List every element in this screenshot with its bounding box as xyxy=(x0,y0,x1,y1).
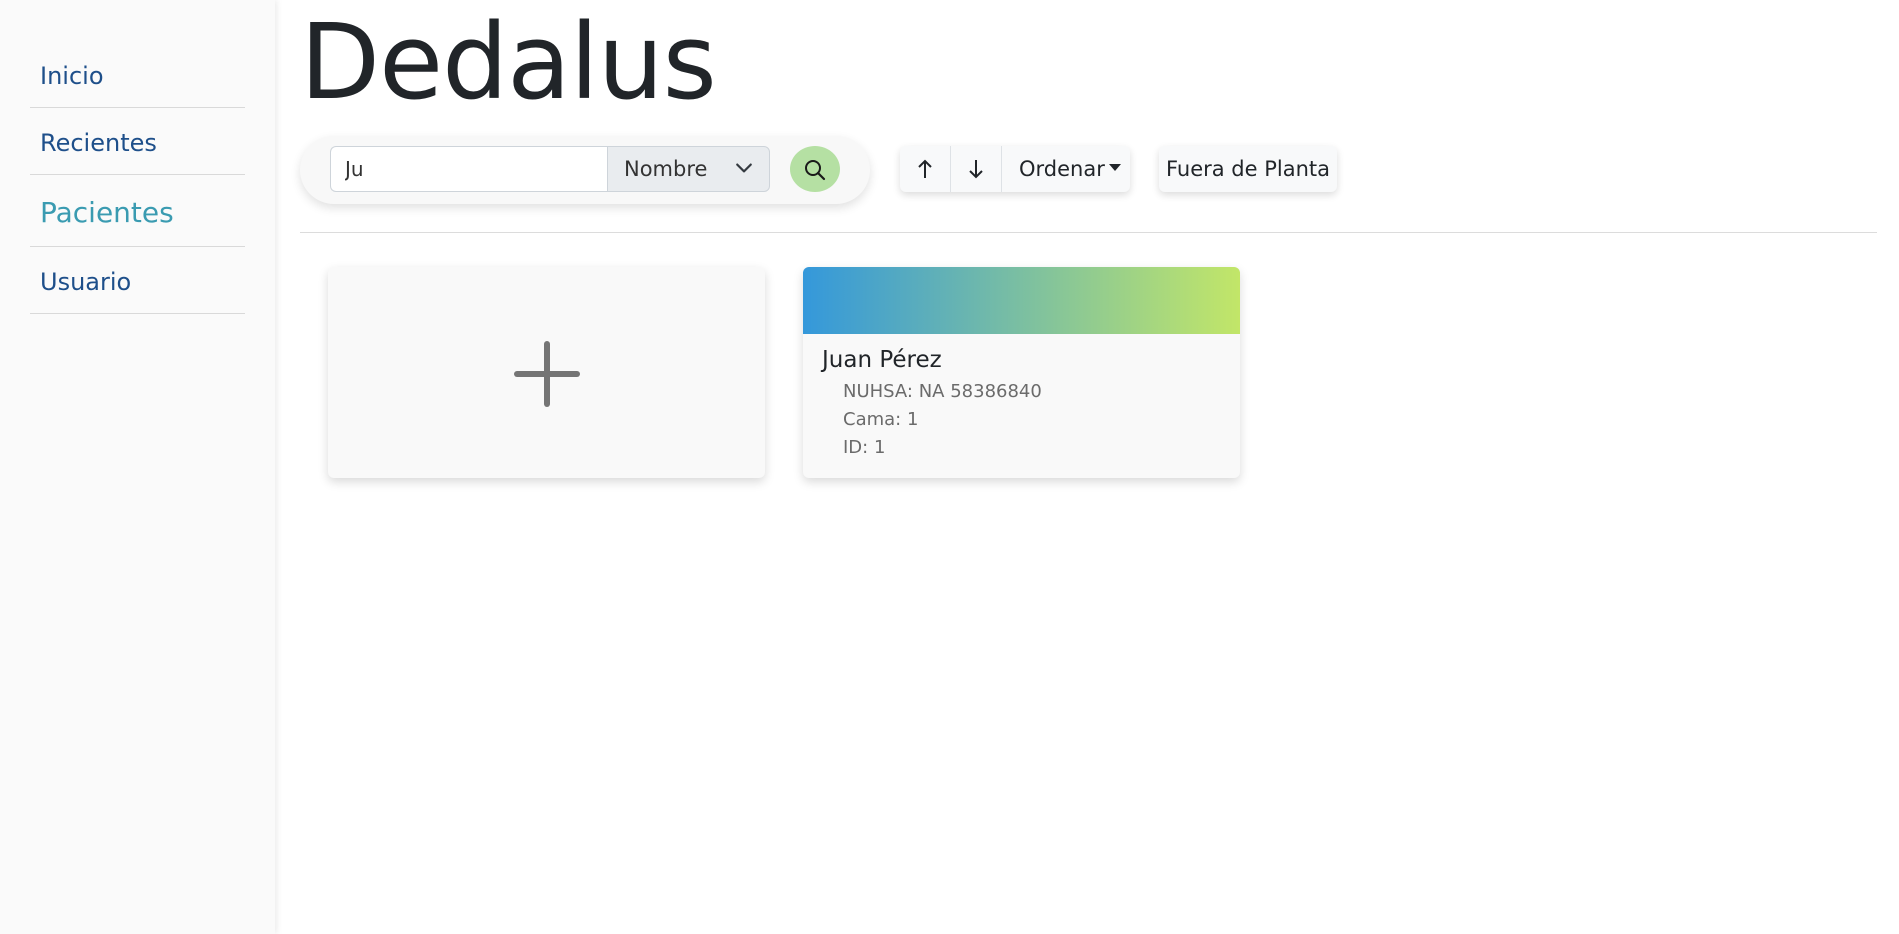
search-input[interactable] xyxy=(330,146,607,192)
card-banner xyxy=(803,267,1240,334)
sidebar-item-recientes[interactable]: Recientes xyxy=(30,129,245,175)
search-button[interactable] xyxy=(790,146,840,192)
patient-nuhsa: NUHSA: NA 58386840 xyxy=(843,381,1042,402)
patient-name: Juan Pérez xyxy=(822,347,942,373)
order-label: Ordenar xyxy=(1019,157,1105,181)
plus-icon xyxy=(514,341,580,407)
order-dropdown-button[interactable]: Ordenar xyxy=(1002,146,1130,192)
divider xyxy=(300,232,1877,233)
page-title: Dedalus xyxy=(300,1,717,123)
arrow-down-icon xyxy=(969,160,983,179)
search-bar: Nombre xyxy=(300,136,870,204)
sidebar-item-label: Pacientes xyxy=(40,196,174,229)
sidebar-item-label: Inicio xyxy=(40,62,104,90)
search-field-selected: Nombre xyxy=(624,157,708,181)
search-icon xyxy=(805,160,826,181)
chevron-down-icon xyxy=(736,163,752,173)
search-field-select[interactable]: Nombre xyxy=(607,146,770,192)
sidebar-item-usuario[interactable]: Usuario xyxy=(30,268,245,314)
outside-ward-button[interactable]: Fuera de Planta xyxy=(1159,146,1337,192)
sort-descending-button[interactable] xyxy=(951,146,1002,192)
patient-bed: Cama: 1 xyxy=(843,409,919,430)
sort-controls: Ordenar xyxy=(900,146,1130,192)
sidebar-item-label: Recientes xyxy=(40,129,157,157)
sort-ascending-button[interactable] xyxy=(900,146,951,192)
caret-down-icon xyxy=(1108,163,1121,171)
sidebar-item-label: Usuario xyxy=(40,268,132,296)
patient-card[interactable]: Juan Pérez NUHSA: NA 58386840 Cama: 1 ID… xyxy=(803,267,1240,478)
sidebar-item-inicio[interactable]: Inicio xyxy=(30,62,245,108)
arrow-up-icon xyxy=(918,159,932,178)
add-patient-card[interactable] xyxy=(328,267,765,478)
sidebar-item-pacientes[interactable]: Pacientes xyxy=(30,196,245,247)
sidebar: Inicio Recientes Pacientes Usuario xyxy=(0,0,275,934)
patient-id: ID: 1 xyxy=(843,437,886,458)
